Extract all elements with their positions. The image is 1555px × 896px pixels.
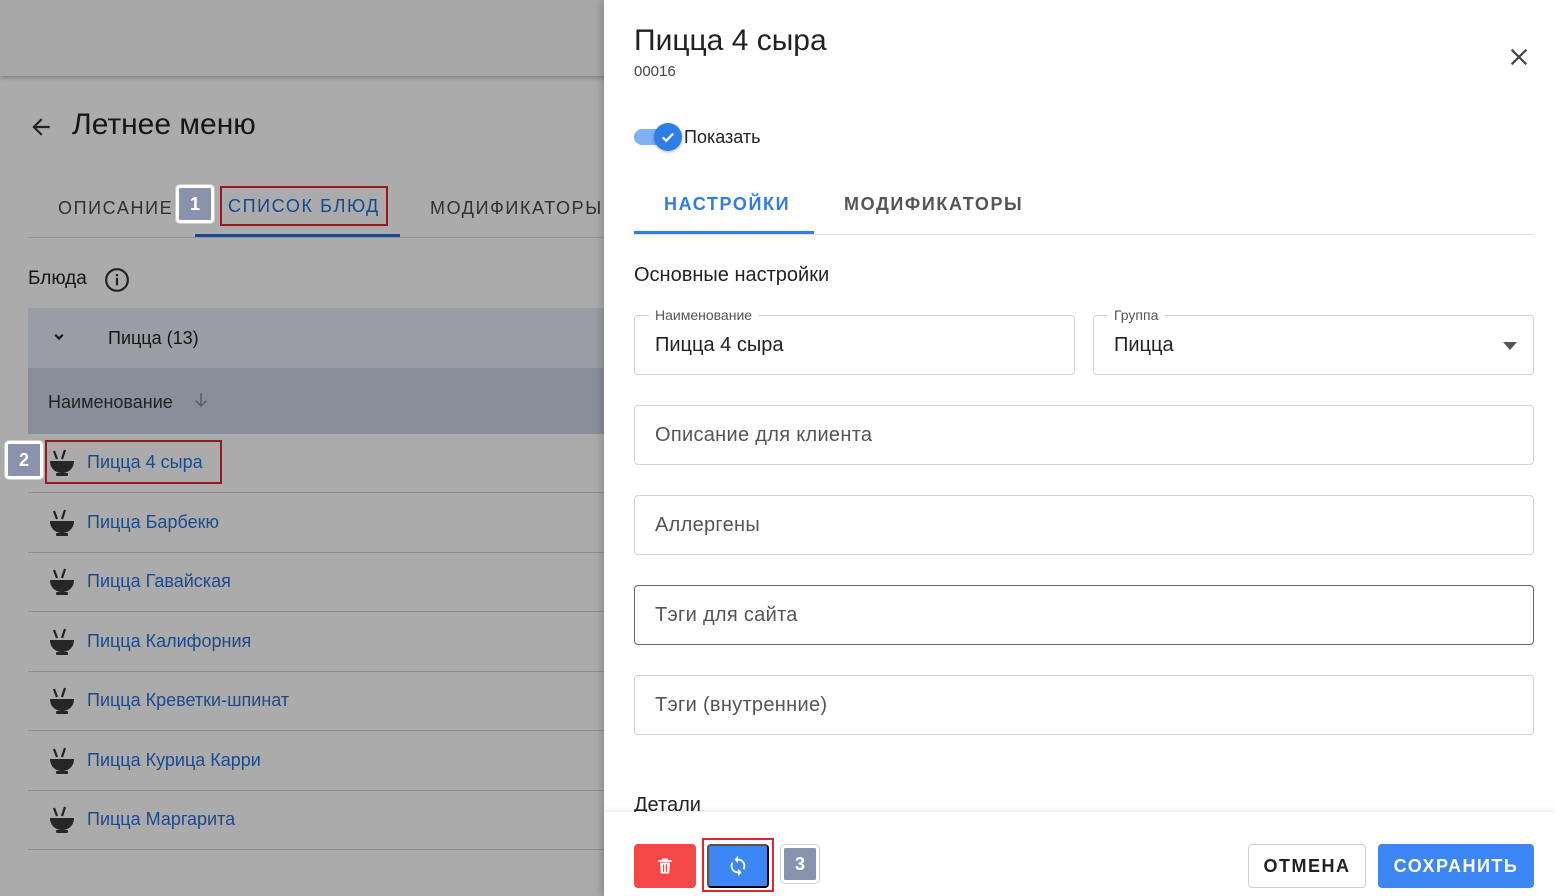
group-select-value[interactable]: Пицца xyxy=(1114,334,1174,357)
step-badge-1: 1 xyxy=(176,185,214,223)
main-settings-title: Основные настройки xyxy=(634,264,830,286)
drawer-footer: ОТМЕНА СОХРАНИТЬ xyxy=(604,812,1555,896)
toggle-knob xyxy=(654,123,682,151)
description-placeholder: Описание для клиента xyxy=(655,424,873,446)
sync-icon xyxy=(730,855,746,877)
step-badge-2: 2 xyxy=(5,441,43,479)
name-field-value[interactable]: Пицца 4 сыра xyxy=(655,334,783,357)
group-select-label: Группа xyxy=(1108,307,1165,323)
dish-code: 00016 xyxy=(634,63,676,80)
dish-edit-drawer: Пицца 4 сыра 00016 Показать НАСТРОЙКИ МО… xyxy=(604,0,1555,896)
show-toggle[interactable] xyxy=(634,123,682,151)
dropdown-arrow-icon[interactable] xyxy=(1503,342,1517,350)
allergens-field[interactable]: Аллергены xyxy=(634,495,1534,555)
allergens-placeholder: Аллергены xyxy=(655,514,761,536)
site-tags-field[interactable]: Тэги для сайта xyxy=(634,585,1534,645)
close-icon[interactable] xyxy=(1508,46,1530,68)
tab-settings[interactable]: НАСТРОЙКИ xyxy=(664,194,790,215)
save-button[interactable]: СОХРАНИТЬ xyxy=(1378,844,1534,888)
cancel-button[interactable]: ОТМЕНА xyxy=(1248,844,1366,888)
internal-tags-placeholder: Тэги (внутренние) xyxy=(655,694,828,716)
description-field[interactable]: Описание для клиента xyxy=(634,405,1534,465)
tab-drawer-modifiers[interactable]: МОДИФИКАТОРЫ xyxy=(844,194,1023,215)
site-tags-placeholder: Тэги для сайта xyxy=(655,604,798,626)
show-toggle-label: Показать xyxy=(684,127,761,147)
delete-button[interactable] xyxy=(634,844,696,888)
drawer-tabs: НАСТРОЙКИ МОДИФИКАТОРЫ xyxy=(634,180,1534,235)
name-field-label: Наименование xyxy=(649,307,759,323)
drawer-title: Пицца 4 сыра xyxy=(634,24,827,57)
group-select[interactable]: Группа Пицца xyxy=(1093,307,1534,375)
name-field[interactable]: Наименование Пицца 4 сыра xyxy=(634,307,1075,375)
trash-icon xyxy=(658,858,672,874)
check-icon xyxy=(661,132,675,143)
drawer-active-tab-indicator xyxy=(634,231,814,234)
internal-tags-field[interactable]: Тэги (внутренние) xyxy=(634,675,1534,735)
step-badge-3: 3 xyxy=(781,845,819,883)
sync-button[interactable] xyxy=(707,844,769,888)
